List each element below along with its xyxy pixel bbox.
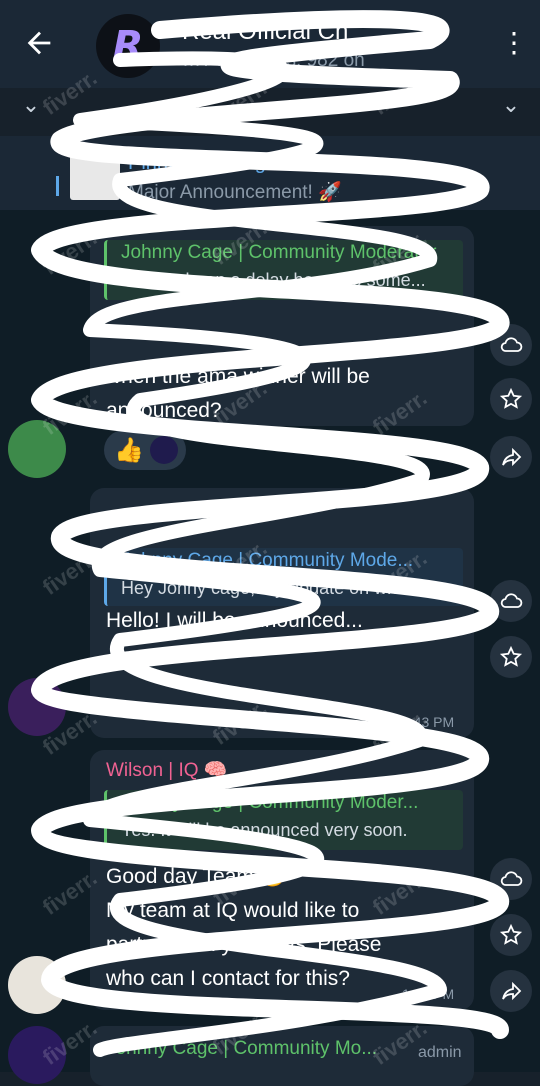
chevron-double-down-icon[interactable]: ⌄ [18, 92, 44, 118]
sender-name[interactable]: Wilson | IQ 🧠 [106, 758, 228, 782]
star-icon[interactable] [490, 914, 532, 956]
cloud-icon[interactable] [490, 580, 532, 622]
admin-badge: admin [418, 1044, 462, 1061]
reaction-chip[interactable]: 👍 [104, 430, 186, 470]
thumbs-up-icon: 👍 [114, 437, 144, 464]
message-list[interactable]: Johnny Cage | Community Moderator There'… [0, 210, 540, 1086]
pinned-indicator [56, 176, 59, 196]
chevron-double-down-icon[interactable]: ⌄ [498, 92, 524, 118]
share-icon[interactable] [490, 970, 532, 1012]
star-icon[interactable] [490, 378, 532, 420]
cloud-icon[interactable] [490, 858, 532, 900]
channel-title[interactable]: Real Official Ch [182, 18, 348, 46]
share-icon[interactable] [490, 436, 532, 478]
avatar[interactable] [8, 956, 66, 1014]
message-bubble[interactable]: Johnny Cage | Community Mode... Hey Jonn… [90, 488, 474, 738]
star-icon[interactable] [490, 636, 532, 678]
message-line: partner with you guys. Please [106, 933, 382, 956]
message-line: who can I contact for this? [106, 967, 350, 990]
reply-text: Yes. It will be announced very soon. [121, 820, 408, 840]
message-line: announced? [106, 399, 222, 422]
channel-subtitle: …? Members, 982 on [182, 50, 365, 71]
reply-quote[interactable]: Johnny Cage | Community Moder... Yes. It… [104, 790, 463, 850]
reply-author: Johnny Cage | Community Moder... [121, 792, 419, 813]
channel-avatar-letter: R [112, 23, 144, 69]
channel-avatar[interactable]: R [96, 14, 160, 78]
back-arrow-icon[interactable] [22, 26, 62, 60]
message-time: 1:53 PM [402, 986, 455, 1002]
message-line: Hello! I will be announced... [106, 609, 363, 632]
pinned-text: Major Announcement! 🚀 [128, 182, 342, 203]
more-vert-icon[interactable]: ⋮ [500, 28, 528, 60]
pinned-label: Pinned Message [128, 152, 277, 174]
reactor-avatar [150, 436, 178, 464]
pinned-thumbnail [70, 150, 120, 200]
cloud-icon[interactable] [490, 324, 532, 366]
